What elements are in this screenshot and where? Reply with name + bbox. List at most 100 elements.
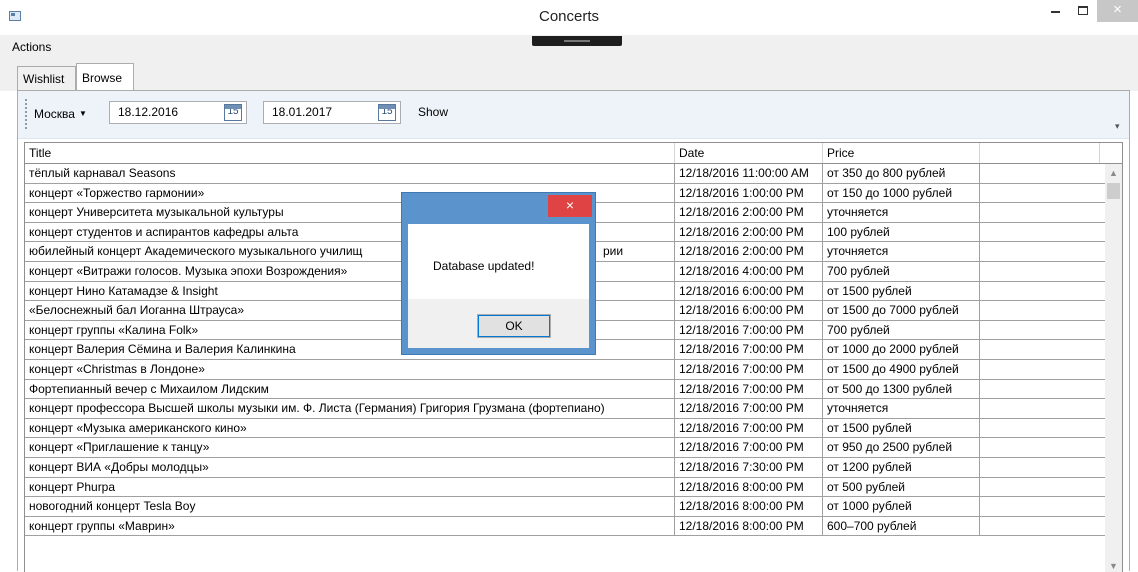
column-header-date[interactable]: Date: [675, 143, 823, 163]
cell-price[interactable]: от 500 до 1300 рублей: [823, 379, 980, 399]
date-from-picker[interactable]: 18.12.2016 15: [109, 101, 247, 124]
cell-price[interactable]: от 150 до 1000 рублей: [823, 183, 980, 203]
cell-filler[interactable]: [980, 517, 1105, 536]
maximize-button[interactable]: [1069, 0, 1097, 22]
table-row[interactable]: концерт профессора Высшей школы музыки и…: [25, 399, 1105, 419]
cell-date[interactable]: 12/18/2016 2:00:00 PM: [675, 242, 823, 262]
cell-filler[interactable]: [980, 340, 1105, 359]
cell-price[interactable]: 600–700 рублей: [823, 516, 980, 536]
cell-date[interactable]: 12/18/2016 7:00:00 PM: [675, 399, 823, 419]
cell-date[interactable]: 12/18/2016 7:00:00 PM: [675, 379, 823, 399]
table-row[interactable]: концерт ВИА «Добры молодцы» 12/18/2016 7:…: [25, 457, 1105, 478]
cell-price[interactable]: от 500 рублей: [823, 477, 980, 497]
cell-filler[interactable]: [980, 419, 1105, 438]
show-button[interactable]: Show: [418, 105, 448, 119]
minimize-button[interactable]: [1041, 0, 1069, 22]
ok-button[interactable]: OK: [477, 314, 551, 338]
drag-handle[interactable]: [532, 36, 622, 46]
tab-wishlist[interactable]: Wishlist: [17, 66, 76, 90]
cell-price[interactable]: от 1000 рублей: [823, 497, 980, 517]
cell-filler[interactable]: [980, 164, 1105, 183]
cell-title[interactable]: концерт профессора Высшей школы музыки и…: [25, 399, 675, 419]
cell-title[interactable]: концерт «Приглашение к танцу»: [25, 438, 675, 458]
cell-date[interactable]: 12/18/2016 8:00:00 PM: [675, 497, 823, 517]
cell-filler[interactable]: [980, 223, 1105, 242]
table-row[interactable]: новогодний концерт Tesla Boy 12/18/2016 8…: [25, 497, 1105, 517]
cell-price[interactable]: уточняется: [823, 203, 980, 223]
cell-date[interactable]: 12/18/2016 8:00:00 PM: [675, 516, 823, 536]
cell-title[interactable]: концерт «Christmas в Лондоне»: [25, 359, 675, 379]
date-to-picker[interactable]: 18.01.2017 15: [263, 101, 401, 124]
table-row[interactable]: концерт группы «Маврин» 12/18/2016 8:00:0…: [25, 516, 1105, 537]
scroll-thumb[interactable]: [1107, 183, 1120, 199]
cell-title[interactable]: тёплый карнавал Seasons: [25, 164, 675, 183]
table-row[interactable]: тёплый карнавал Seasons 12/18/2016 11:00:…: [25, 164, 1105, 184]
table-row[interactable]: концерт «Музыка американского кино» 12/18…: [25, 418, 1105, 439]
cell-date[interactable]: 12/18/2016 7:00:00 PM: [675, 340, 823, 360]
cell-filler[interactable]: [980, 262, 1105, 281]
table-row[interactable]: концерт Phurpa 12/18/2016 8:00:00 PM от 50…: [25, 477, 1105, 498]
cell-filler[interactable]: [980, 282, 1105, 301]
cell-filler[interactable]: [980, 478, 1105, 497]
cell-title[interactable]: концерт «Музыка американского кино»: [25, 418, 675, 438]
cell-date[interactable]: 12/18/2016 2:00:00 PM: [675, 203, 823, 223]
cell-price[interactable]: уточняется: [823, 399, 980, 419]
city-dropdown[interactable]: Москва ▼: [34, 103, 87, 125]
cell-price[interactable]: от 1500 до 4900 рублей: [823, 359, 980, 379]
cell-price[interactable]: от 1500 рублей: [823, 281, 980, 301]
dialog-close-button[interactable]: ×: [548, 195, 592, 217]
cell-date[interactable]: 12/18/2016 7:00:00 PM: [675, 418, 823, 438]
cell-date[interactable]: 12/18/2016 7:00:00 PM: [675, 320, 823, 340]
cell-date[interactable]: 12/18/2016 6:00:00 PM: [675, 281, 823, 301]
cell-date[interactable]: 12/18/2016 8:00:00 PM: [675, 477, 823, 497]
cell-filler[interactable]: [980, 301, 1105, 320]
cell-filler[interactable]: [980, 321, 1105, 340]
cell-price[interactable]: от 950 до 2500 рублей: [823, 438, 980, 458]
calendar-icon[interactable]: 15: [378, 104, 396, 121]
cell-filler[interactable]: [980, 497, 1105, 516]
cell-date[interactable]: 12/18/2016 7:00:00 PM: [675, 438, 823, 458]
cell-date[interactable]: 12/18/2016 2:00:00 PM: [675, 222, 823, 242]
cell-title[interactable]: новогодний концерт Tesla Boy: [25, 497, 675, 517]
cell-filler[interactable]: [980, 399, 1105, 418]
cell-date[interactable]: 12/18/2016 6:00:00 PM: [675, 301, 823, 321]
cell-price[interactable]: 700 рублей: [823, 261, 980, 281]
cell-filler[interactable]: [980, 360, 1105, 379]
cell-title[interactable]: концерт группы «Маврин»: [25, 516, 675, 536]
cell-title[interactable]: концерт Phurpa: [25, 477, 675, 497]
cell-date[interactable]: 12/18/2016 1:00:00 PM: [675, 183, 823, 203]
vertical-scrollbar[interactable]: ▲ ▼: [1105, 164, 1122, 572]
cell-date[interactable]: 12/18/2016 7:30:00 PM: [675, 457, 823, 477]
scroll-up-icon[interactable]: ▲: [1109, 168, 1118, 178]
toolbar-grip-icon[interactable]: [25, 99, 27, 129]
cell-price[interactable]: от 1200 рублей: [823, 457, 980, 477]
cell-price[interactable]: от 1000 до 2000 рублей: [823, 340, 980, 360]
cell-filler[interactable]: [980, 438, 1105, 457]
cell-price[interactable]: от 1500 рублей: [823, 418, 980, 438]
menu-actions[interactable]: Actions: [12, 40, 51, 54]
cell-date[interactable]: 12/18/2016 11:00:00 AM: [675, 164, 823, 183]
calendar-icon[interactable]: 15: [224, 104, 242, 121]
cell-date[interactable]: 12/18/2016 4:00:00 PM: [675, 261, 823, 281]
cell-filler[interactable]: [980, 242, 1105, 261]
tab-browse[interactable]: Browse: [76, 63, 134, 91]
cell-title[interactable]: Фортепианный вечер с Михаилом Лидским: [25, 379, 675, 399]
column-header-title[interactable]: Title: [25, 143, 675, 163]
table-row[interactable]: концерт «Приглашение к танцу» 12/18/2016 …: [25, 438, 1105, 458]
cell-filler[interactable]: [980, 184, 1105, 203]
table-row[interactable]: Фортепианный вечер с Михаилом Лидским 12/…: [25, 379, 1105, 400]
cell-price[interactable]: 100 рублей: [823, 222, 980, 242]
cell-price[interactable]: от 1500 до 7000 рублей: [823, 301, 980, 321]
toolbar-overflow-icon[interactable]: ▾: [1115, 121, 1120, 132]
cell-filler[interactable]: [980, 458, 1105, 477]
scroll-down-icon[interactable]: ▼: [1109, 561, 1118, 571]
cell-date[interactable]: 12/18/2016 7:00:00 PM: [675, 359, 823, 379]
cell-filler[interactable]: [980, 380, 1105, 399]
cell-price[interactable]: 700 рублей: [823, 320, 980, 340]
table-row[interactable]: концерт «Christmas в Лондоне» 12/18/2016 …: [25, 359, 1105, 380]
cell-price[interactable]: уточняется: [823, 242, 980, 262]
cell-title[interactable]: концерт ВИА «Добры молодцы»: [25, 457, 675, 477]
cell-filler[interactable]: [980, 203, 1105, 222]
cell-price[interactable]: от 350 до 800 рублей: [823, 164, 980, 183]
column-header-price[interactable]: Price: [823, 143, 980, 163]
